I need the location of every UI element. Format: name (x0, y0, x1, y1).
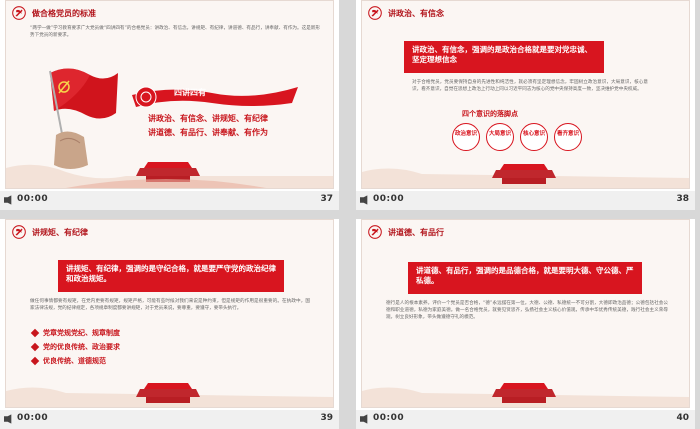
slide-timing: 00:00 (373, 413, 405, 423)
standard-line-2: 讲道德、有品行、讲奉献、有作为 (148, 128, 268, 137)
slide-footer: 00:00 39 (0, 410, 339, 429)
bullet-item: 党的优良传统、政治要求 (30, 342, 120, 352)
slide-body-text: 对于合格党员，党员要保持自身的先进性和纯洁性，就必须有坚定理想信念，牢固树立政治… (412, 80, 648, 92)
party-emblem-icon (368, 6, 382, 20)
slide-thumbnail-39[interactable]: 讲规矩、有纪律 讲规矩、有纪律，强调的是守纪合格，就是要严守党的政治纪律和政治规… (0, 219, 339, 429)
key-point-box: 讲政治、有信念，强调的是政治合格就是要对党忠诚、坚定理想信念 (404, 41, 604, 73)
diamond-bullet-icon (30, 328, 40, 338)
banner-label: 四讲四有 (174, 88, 206, 97)
slide-timing: 00:00 (17, 194, 49, 204)
bullet-label: 党的优良传统、政治要求 (43, 343, 120, 351)
tiananmen-decoration (6, 383, 333, 407)
slide-canvas: 做合格党员的标准 “两学一做”学习教育要求广大党员做“四讲四有”的合格党员：讲政… (5, 0, 334, 189)
slide-footer: 00:00 38 (356, 191, 695, 210)
slide-number: 38 (676, 194, 689, 204)
slide-number: 40 (676, 413, 689, 423)
slide-footer: 00:00 37 (0, 191, 339, 210)
banner-ribbon (132, 86, 298, 108)
party-emblem-icon (12, 225, 26, 239)
bullet-label: 党章党规党纪、规章制度 (43, 329, 120, 337)
standard-line-1: 讲政治、有信念、讲规矩、有纪律 (148, 114, 268, 123)
bullet-item: 党章党规党纪、规章制度 (30, 328, 120, 338)
four-awareness-subtitle: 四个意识的落脚点 (462, 110, 518, 118)
party-emblem-icon (368, 225, 382, 239)
slide-timing: 00:00 (373, 194, 405, 204)
slide-canvas: 讲规矩、有纪律 讲规矩、有纪律，强调的是守纪合格，就是要严守党的政治纪律和政治规… (5, 219, 334, 408)
slide-canvas: 讲政治、有信念 讲政治、有信念，强调的是政治合格就是要对党忠诚、坚定理想信念 对… (361, 0, 690, 189)
play-icon[interactable] (4, 414, 15, 424)
tiananmen-decoration (362, 164, 689, 188)
slide-body-text: 做任何事情都要有规矩，在党内更要有规矩，规矩严格，可能有些时候对我们来说是种约束… (30, 299, 310, 311)
slide-thumbnail-40[interactable]: 讲道德、有品行 讲道德、有品行，强调的是品德合格，就是要明大德、守公德、严私德。… (356, 219, 695, 429)
play-icon[interactable] (360, 195, 371, 205)
slide-header-title: 讲道德、有品行 (388, 228, 444, 237)
play-icon[interactable] (4, 195, 15, 205)
diamond-bullet-icon (30, 342, 40, 352)
slide-footer: 00:00 40 (356, 410, 695, 429)
slide-header-title: 讲规矩、有纪律 (32, 228, 88, 237)
play-icon[interactable] (360, 414, 371, 424)
slide-header-title: 讲政治、有信念 (388, 9, 444, 18)
slide-thumbnail-38[interactable]: 讲政治、有信念 讲政治、有信念，强调的是政治合格就是要对党忠诚、坚定理想信念 对… (356, 0, 695, 210)
slide-thumbnail-37[interactable]: 做合格党员的标准 “两学一做”学习教育要求广大党员做“四讲四有”的合格党员：讲政… (0, 0, 339, 210)
tiananmen-decoration (6, 162, 333, 188)
slide-body-text: 德行是人的根本素养。评价一个党员是否合格，“德”永远摆在第一位。大德、公德、私德… (386, 301, 668, 320)
slide-header-title: 做合格党员的标准 (32, 9, 96, 18)
slide-canvas: 讲道德、有品行 讲道德、有品行，强调的是品德合格，就是要明大德、守公德、严私德。… (361, 219, 690, 408)
tiananmen-decoration (362, 383, 689, 407)
party-emblem-icon (12, 6, 26, 20)
slide-intro-text: “两学一做”学习教育要求广大党员做“四讲四有”的合格党员：讲政治、有信念，讲规矩… (30, 26, 320, 38)
key-point-box: 讲规矩、有纪律，强调的是守纪合格，就是要严守党的政治纪律和政治规矩。 (58, 260, 284, 292)
slide-number: 37 (320, 194, 333, 204)
key-point-box: 讲道德、有品行，强调的是品德合格，就是要明大德、守公德、严私德。 (408, 262, 642, 294)
slide-timing: 00:00 (17, 413, 49, 423)
slide-number: 39 (320, 413, 333, 423)
